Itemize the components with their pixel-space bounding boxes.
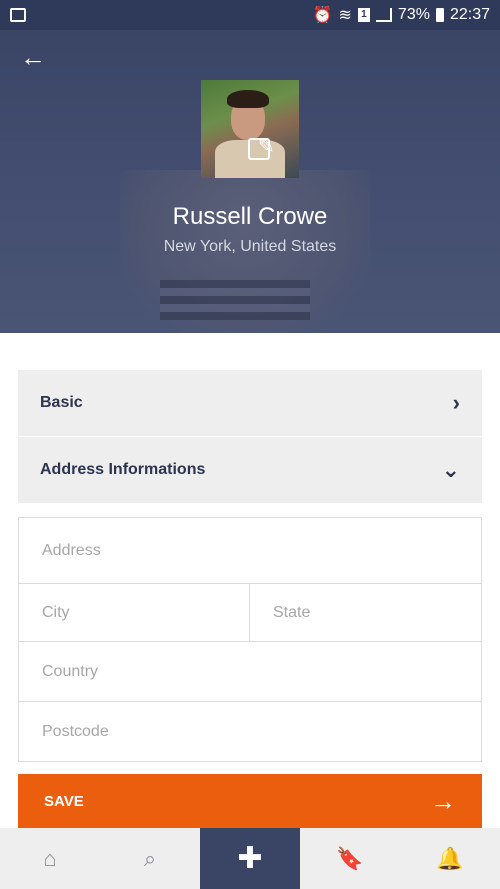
bottom-nav: ⌂ ⌕ ✚ 🔖 🔔 bbox=[0, 828, 500, 889]
bell-icon[interactable]: 🔔 bbox=[400, 828, 500, 889]
bookmark-icon[interactable]: 🔖 bbox=[300, 828, 400, 889]
wifi-icon: ≋ bbox=[338, 7, 352, 24]
save-button[interactable]: SAVE → bbox=[18, 774, 482, 828]
battery-text: 73% bbox=[397, 6, 430, 23]
alarm-icon: ⏰ bbox=[312, 7, 333, 24]
arrow-right-icon: → bbox=[430, 785, 456, 816]
chevron-right-icon: › bbox=[452, 390, 460, 415]
search-icon[interactable]: ⌕ bbox=[100, 828, 200, 889]
postcode-field[interactable]: Postcode bbox=[19, 702, 481, 761]
clock-text: 22:37 bbox=[449, 6, 490, 23]
add-icon[interactable]: ✚ bbox=[200, 828, 300, 889]
pencil-icon: ✎ bbox=[258, 136, 275, 158]
back-arrow-icon[interactable]: ← bbox=[20, 42, 50, 72]
city-field[interactable]: City bbox=[19, 584, 250, 642]
battery-icon bbox=[435, 8, 444, 22]
home-icon[interactable]: ⌂ bbox=[0, 828, 100, 889]
status-bar: ⏰ ≋ 1 73% 22:37 bbox=[0, 0, 500, 30]
profile-header: ← ✎ Russell Crowe New York, United State… bbox=[0, 30, 500, 333]
profile-location: New York, United States bbox=[163, 238, 337, 255]
save-label: SAVE bbox=[44, 792, 84, 810]
signal-icon bbox=[375, 8, 392, 22]
header-background-shirt bbox=[160, 280, 310, 320]
edit-avatar-icon[interactable]: ✎ bbox=[246, 134, 278, 164]
avatar-hair bbox=[227, 90, 269, 108]
profile-name: Russell Crowe bbox=[172, 203, 328, 230]
section-basic[interactable]: Basic › bbox=[18, 370, 482, 436]
status-left bbox=[10, 8, 26, 22]
section-address[interactable]: Address Informations ⌄ bbox=[18, 437, 482, 503]
state-field[interactable]: State bbox=[250, 584, 481, 642]
country-field[interactable]: Country bbox=[19, 642, 481, 702]
address-field[interactable]: Address bbox=[19, 518, 481, 584]
address-form: Address City State Country Postcode bbox=[18, 517, 482, 762]
status-right: ⏰ ≋ 1 73% 22:37 bbox=[313, 5, 490, 25]
gallery-icon bbox=[10, 8, 26, 22]
sim-icon: 1 bbox=[357, 8, 370, 22]
section-address-label: Address Informations bbox=[40, 461, 206, 478]
chevron-down-icon: ⌄ bbox=[441, 457, 460, 482]
section-basic-label: Basic bbox=[40, 394, 83, 411]
